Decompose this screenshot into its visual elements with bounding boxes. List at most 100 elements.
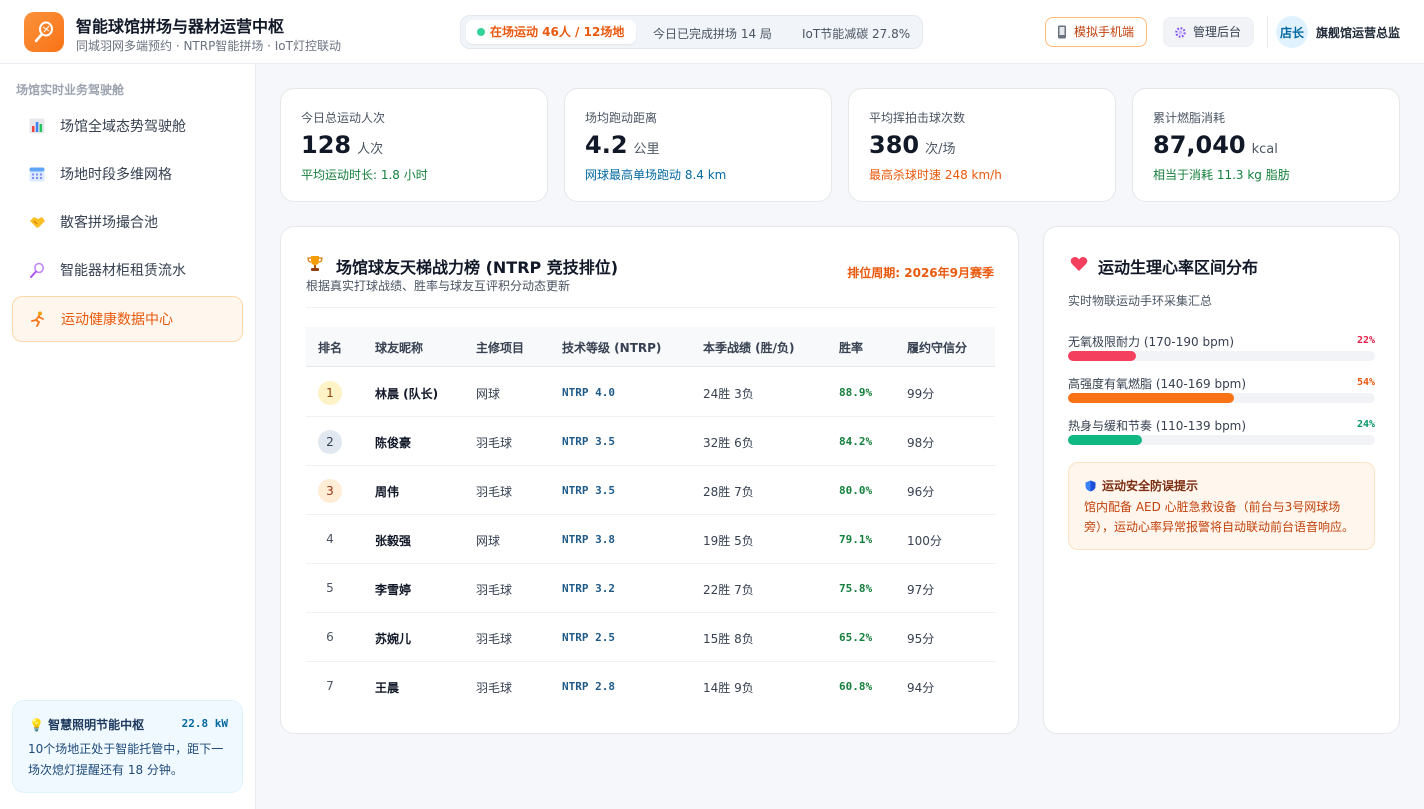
status-active-players[interactable]: 在场运动 46人 / 12场地	[466, 20, 637, 44]
status-iot-savings: IoT节能减碳 27.8%	[802, 27, 911, 41]
zone-bar-fill	[1068, 435, 1142, 445]
kpi-card-distance: 场均跑动距离 4.2 公里 网球最高单场跑动 8.4 km	[564, 88, 832, 202]
player-name: 陈俊豪	[375, 436, 412, 450]
player-name: 苏婉儿	[375, 632, 412, 646]
phone-icon	[1058, 25, 1066, 39]
kpi-note: 相当于消耗 11.3 kg 脂肪	[1153, 168, 1290, 182]
table-row[interactable]: 6 苏婉儿 羽毛球 NTRP 2.5 15胜 8负 65.2% 95分	[306, 613, 995, 662]
player-record: 24胜 3负	[703, 387, 754, 401]
sidebar-item-match-pool[interactable]: 散客拼场撮合池	[12, 199, 243, 245]
player-credit: 97分	[907, 583, 935, 597]
user-name: 旗舰馆运营总监	[1316, 26, 1401, 40]
table-row[interactable]: 5 李雪婷 羽毛球 NTRP 3.2 22胜 7负 75.8% 97分	[306, 564, 995, 613]
player-name: 李雪婷	[375, 583, 412, 597]
sidebar-item-court-grid[interactable]: 场地时段多维网格	[12, 151, 243, 197]
zone-bar-track	[1068, 393, 1375, 403]
zone-percent: 24%	[1356, 419, 1375, 430]
kpi-label: 累计燃脂消耗	[1153, 111, 1226, 125]
player-sport: 羽毛球	[476, 632, 513, 646]
live-dot-icon	[477, 28, 485, 36]
heart-rate-panel: 运动生理心率区间分布 实时物联运动手环采集汇总 无氧极限耐力 (170-190 …	[1043, 226, 1400, 734]
player-credit: 99分	[907, 387, 935, 401]
zone-label: 高强度有氧燃脂 (140-169 bpm)	[1068, 377, 1247, 391]
player-sport: 羽毛球	[476, 681, 513, 695]
kpi-value: 87,040 kcal	[1153, 131, 1278, 159]
sidebar-item-dashboard[interactable]: 场馆全域态势驾驶舱	[12, 103, 243, 149]
kpi-value: 4.2 公里	[585, 131, 660, 159]
rank-number: 7	[326, 679, 334, 693]
app-title: 智能球馆拼场与器材运营中枢	[76, 17, 285, 36]
player-record: 22胜 7负	[703, 583, 754, 597]
player-sport: 网球	[476, 534, 501, 548]
player-credit: 96分	[907, 485, 935, 499]
gear-icon	[1175, 26, 1186, 38]
trophy-icon	[307, 256, 323, 271]
column-header: 本季战绩 (胜/负)	[703, 341, 795, 355]
handshake-icon	[28, 213, 46, 231]
kpi-note: 网球最高单场跑动 8.4 km	[585, 168, 727, 182]
smart-lighting-title: 💡 智慧照明节能中枢	[29, 718, 145, 732]
player-win-rate: 88.9%	[839, 386, 873, 399]
column-header: 履约守信分	[907, 341, 968, 355]
sidebar-item-equipment-rental[interactable]: 智能器材柜租赁流水	[12, 247, 243, 293]
player-win-rate: 84.2%	[839, 435, 873, 448]
rank-badge: 2	[318, 430, 342, 454]
header-divider	[1267, 16, 1268, 48]
simulate-mobile-button[interactable]: 模拟手机端	[1045, 17, 1148, 47]
kpi-value: 128 人次	[301, 131, 384, 159]
kpi-value: 380 次/场	[869, 131, 956, 159]
player-sport: 网球	[476, 387, 501, 401]
player-sport: 羽毛球	[476, 436, 513, 450]
zone-percent: 54%	[1356, 377, 1375, 388]
safety-tip-desc: 馆内配备 AED 心脏急救设备（前台与3号网球场旁），运动心率异常报警将自动联动…	[1084, 500, 1355, 534]
player-record: 15胜 8负	[703, 632, 754, 646]
avatar[interactable]: 店长	[1276, 16, 1308, 48]
player-ntrp: NTRP 2.5	[562, 631, 615, 644]
player-ntrp: NTRP 3.8	[562, 533, 615, 546]
smart-lighting-panel: 💡 智慧照明节能中枢 22.8 kW 10个场地正处于智能托管中，距下一场次熄灯…	[12, 700, 243, 793]
column-header: 排名	[318, 341, 343, 355]
table-row[interactable]: 4 张毅强 网球 NTRP 3.8 19胜 5负 79.1% 100分	[306, 515, 995, 564]
shield-icon	[1085, 480, 1096, 491]
player-name: 周伟	[375, 485, 400, 499]
kpi-card-visits: 今日总运动人次 128 人次 平均运动时长: 1.8 小时	[280, 88, 548, 202]
lightbulb-icon: 💡	[29, 718, 44, 732]
kpi-card-swings: 平均挥拍击球次数 380 次/场 最高杀球时速 248 km/h	[848, 88, 1116, 202]
table-row[interactable]: 2 陈俊豪 羽毛球 NTRP 3.5 32胜 6负 84.2% 98分	[306, 417, 995, 466]
player-win-rate: 79.1%	[839, 533, 873, 546]
player-record: 19胜 5负	[703, 534, 754, 548]
player-ntrp: NTRP 3.2	[562, 582, 615, 595]
smart-lighting-power: 22.8 kW	[181, 717, 228, 730]
zone-bar-track	[1068, 435, 1375, 445]
leaderboard-period: 排位周期: 2026年9月赛季	[847, 266, 994, 280]
table-row[interactable]: 7 王晨 羽毛球 NTRP 2.8 14胜 9负 60.8% 94分	[306, 662, 995, 711]
divider	[306, 307, 995, 308]
app-subtitle: 同城羽网多端预约 · NTRP智能拼场 · IoT灯控联动	[76, 39, 341, 53]
column-header: 主修项目	[476, 341, 525, 355]
leaderboard-subtitle: 根据真实打球战绩、胜率与球友互评积分动态更新	[306, 279, 571, 293]
rank-number: 5	[326, 581, 334, 595]
safety-tip-title: 运动安全防误提示	[1085, 477, 1198, 494]
rank-number: 4	[326, 532, 334, 546]
leaderboard-title: 场馆球友天梯战力榜 (NTRP 竞技排位)	[336, 258, 619, 277]
heart-rate-subtitle: 实时物联运动手环采集汇总	[1068, 294, 1213, 308]
player-ntrp: NTRP 3.5	[562, 484, 615, 497]
player-credit: 100分	[907, 534, 942, 548]
kpi-note: 最高杀球时速 248 km/h	[869, 168, 1002, 182]
kpi-label: 平均挥拍击球次数	[869, 111, 966, 125]
zone-bar-fill	[1068, 393, 1234, 403]
bar-chart-icon	[28, 117, 46, 135]
heart-zone: 热身与缓和节奏 (110-139 bpm) 24%	[1068, 417, 1375, 453]
player-win-rate: 75.8%	[839, 582, 873, 595]
column-header: 球友昵称	[375, 341, 424, 355]
rank-badge: 1	[318, 381, 342, 405]
sidebar-item-health-data[interactable]: 运动健康数据中心	[12, 296, 243, 342]
table-row[interactable]: 3 周伟 羽毛球 NTRP 3.5 28胜 7负 80.0% 96分	[306, 466, 995, 515]
admin-console-button[interactable]: 管理后台	[1163, 17, 1255, 47]
rank-number: 6	[326, 630, 334, 644]
calendar-icon	[28, 165, 46, 183]
player-credit: 94分	[907, 681, 935, 695]
status-bar: 在场运动 46人 / 12场地 今日已完成拼场 14 局 IoT节能减碳 27.…	[460, 15, 923, 49]
zone-bar-track	[1068, 351, 1375, 361]
table-row[interactable]: 1 林晨 (队长) 网球 NTRP 4.0 24胜 3负 88.9% 99分	[306, 368, 995, 417]
